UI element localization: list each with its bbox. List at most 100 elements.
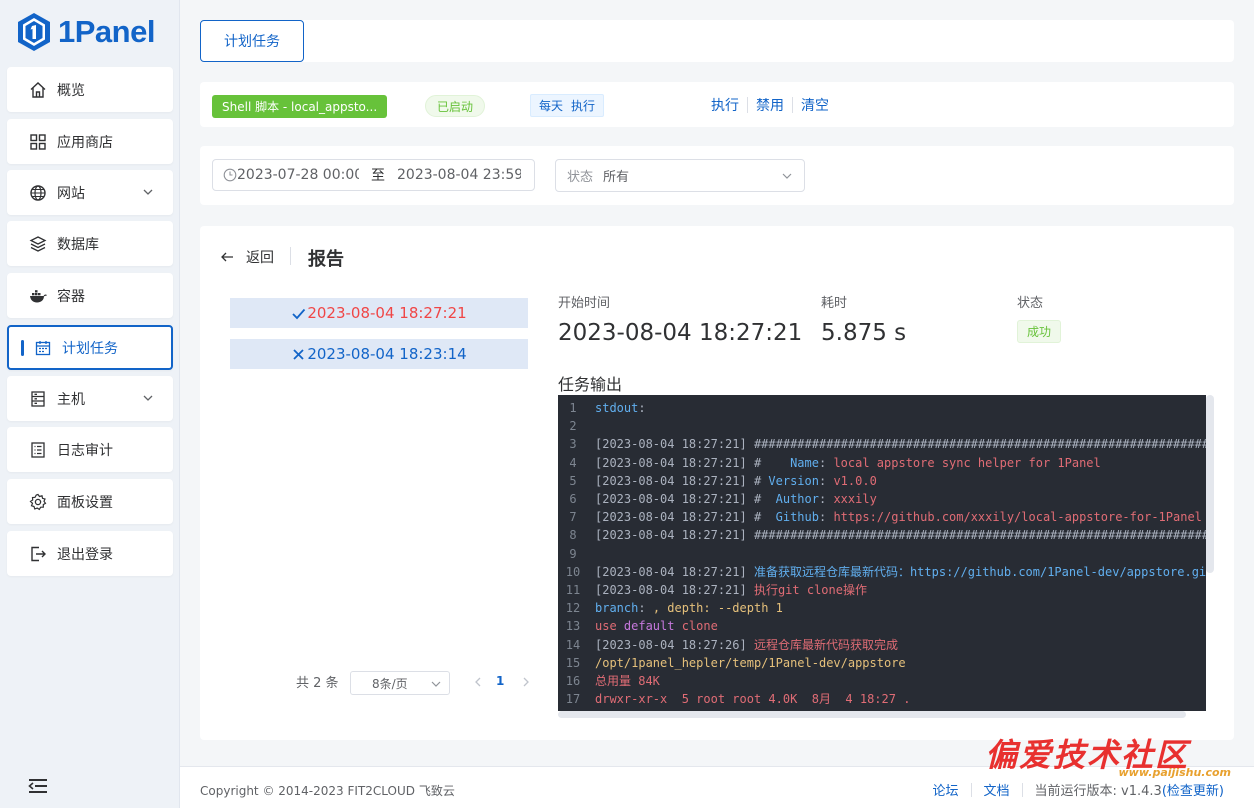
page-size-select[interactable]: 8条/页	[350, 671, 450, 695]
copyright: Copyright © 2014-2023 FIT2CLOUD 飞致云	[200, 784, 455, 798]
line-number: 7	[569, 510, 577, 525]
line-number: 10	[565, 564, 581, 579]
sidebar-item-host[interactable]: 主机	[7, 376, 173, 421]
sidebar-item-label: 计划任务	[62, 340, 118, 357]
sidebar-item-appstore[interactable]: 应用商店	[7, 119, 173, 164]
tab-cron[interactable]: 计划任务	[200, 20, 304, 62]
forum-link[interactable]: 论坛	[921, 780, 971, 799]
line-text: use default clone	[595, 619, 718, 634]
sidebar-item-overview[interactable]: 概览	[7, 67, 173, 112]
line-number: 3	[569, 437, 577, 452]
sidebar-item-label: 面板设置	[57, 494, 113, 511]
task-output-terminal[interactable]: 1 stdout: 2 3 [2023-08-04 18:27:21] ########…	[558, 395, 1206, 711]
sidebar-item-label: 应用商店	[57, 134, 113, 151]
grid-icon	[29, 133, 47, 151]
back-button[interactable]: 返回	[220, 247, 274, 267]
terminal-line: 15/opt/1panel_hepler/temp/1Panel-dev/app…	[558, 654, 1206, 672]
line-number: 9	[569, 546, 577, 561]
sidebar-item-logs[interactable]: 日志审计	[7, 427, 173, 472]
terminal-line: 10 [2023-08-04 18:27:21] 准备获取远程仓库最新代码：htt…	[558, 563, 1206, 581]
page-number[interactable]: 1	[496, 674, 504, 688]
status-filter-value: 所有	[603, 170, 630, 185]
sidebar: 1Panel 概览 应用商店 网站 数据库 容器 计划任务 主机 日志审计 面板…	[0, 0, 180, 808]
pagination: 共 2 条 8条/页 1	[296, 671, 529, 695]
output-label: 任务输出	[558, 375, 623, 394]
terminal-line: 7 [2023-08-04 18:27:21] # Github: https:/…	[558, 508, 1206, 526]
terminal-line: 5 [2023-08-04 18:27:21] # Version: v1.0.0…	[558, 472, 1206, 490]
line-text: [2023-08-04 18:27:21] ##################…	[595, 528, 1206, 543]
vertical-scrollbar[interactable]	[1206, 395, 1214, 573]
line-number: 2	[569, 419, 577, 434]
date-end-input[interactable]: 2023-08-04 23:59:59	[397, 167, 521, 183]
disable-button[interactable]: 禁用	[748, 95, 792, 115]
line-number: 17	[565, 692, 581, 707]
sidebar-item-label: 容器	[57, 288, 85, 305]
record-item[interactable]: 2023-08-04 18:27:21	[230, 298, 528, 328]
record-item[interactable]: 2023-08-04 18:23:14	[230, 339, 528, 369]
start-time-value: 2023-08-04 18:27:21	[558, 320, 803, 346]
line-text: /opt/1panel_hepler/temp/1Panel-dev/appst…	[595, 655, 906, 670]
line-number: 6	[569, 492, 577, 506]
calendar-icon	[34, 339, 52, 357]
home-icon	[29, 81, 47, 99]
schedule-action: 执行	[571, 99, 596, 113]
sidebar-item-database[interactable]: 数据库	[7, 221, 173, 266]
status-filter-select[interactable]: 状态 所有	[555, 159, 805, 192]
sidebar-item-label: 数据库	[57, 236, 99, 253]
line-text: [2023-08-04 18:27:21] # Author: xxxily #	[595, 492, 1206, 506]
line-text: [2023-08-04 18:27:26] 远程仓库最新代码获取完成	[595, 637, 898, 652]
terminal-line: 11 [2023-08-04 18:27:21] 执行git clone操作	[558, 581, 1206, 599]
chevron-down-icon	[431, 681, 441, 687]
arrow-left-icon	[221, 252, 233, 262]
sidebar-item-container[interactable]: 容器	[7, 273, 173, 318]
date-start-input[interactable]: 2023-07-28 00:00:00	[237, 167, 359, 183]
logout-icon	[29, 545, 47, 563]
sidebar-item-label: 主机	[57, 391, 85, 408]
clock-icon	[223, 168, 237, 182]
logo-hexagon-icon	[18, 13, 50, 51]
menu-collapse-icon[interactable]	[28, 778, 48, 794]
chevron-right-icon[interactable]	[522, 677, 530, 687]
run-button[interactable]: 执行	[703, 95, 747, 115]
terminal-line: 1 stdout:	[558, 399, 1206, 417]
close-icon	[293, 348, 304, 360]
check-update-link[interactable]: (检查更新)	[1162, 780, 1224, 799]
back-label: 返回	[246, 250, 274, 266]
total-count: 共 2 条	[296, 676, 339, 691]
sidebar-item-label: 概览	[57, 82, 85, 99]
line-number: 1	[569, 401, 577, 415]
terminal-line: 8 [2023-08-04 18:27:21] #################…	[558, 526, 1206, 544]
line-text: [2023-08-04 18:27:21] ##################…	[595, 437, 1206, 452]
clear-button[interactable]: 清空	[793, 95, 837, 115]
sidebar-item-website[interactable]: 网站	[7, 170, 173, 215]
terminal-line: 2	[558, 417, 1206, 435]
log-icon	[29, 441, 47, 459]
sidebar-item-cron[interactable]: 计划任务	[7, 325, 173, 370]
terminal-line: 9	[558, 545, 1206, 563]
app-logo[interactable]: 1Panel	[16, 10, 155, 54]
docs-link[interactable]: 文档	[972, 780, 1022, 799]
sidebar-item-settings[interactable]: 面板设置	[7, 479, 173, 524]
task-name-tag[interactable]: Shell 脚本 - local_appsto...	[212, 95, 388, 118]
status-badge: 成功	[1017, 320, 1062, 343]
terminal-line: 3 [2023-08-04 18:27:21] #################…	[558, 435, 1206, 453]
date-range-picker[interactable]: 2023-07-28 00:00:00 至 2023-08-04 23:59:5…	[212, 159, 535, 191]
terminal-line: 4 [2023-08-04 18:27:21] # Name: local app…	[558, 454, 1206, 472]
task-status-badge[interactable]: 已启动	[425, 95, 486, 117]
sidebar-item-logout[interactable]: 退出登录	[7, 531, 173, 576]
line-text: stdout:	[595, 401, 646, 415]
gear-icon	[29, 493, 47, 511]
line-text: 总用量 84K	[595, 674, 660, 688]
line-text: branch: , depth: --depth 1	[595, 601, 783, 616]
tab-bar	[200, 20, 1234, 62]
horizontal-scrollbar[interactable]	[558, 711, 1186, 718]
terminal-line: 13 use default clone	[558, 617, 1206, 635]
line-number: 5	[569, 473, 577, 488]
line-number: 15	[565, 655, 581, 670]
globe-icon	[29, 184, 47, 202]
task-schedule-tag: 每天 执行	[530, 94, 605, 117]
divider	[290, 247, 291, 265]
layers-icon	[29, 235, 47, 253]
chevron-left-icon[interactable]	[474, 677, 482, 687]
line-text: [2023-08-04 18:27:21] 执行git clone操作	[595, 583, 867, 597]
